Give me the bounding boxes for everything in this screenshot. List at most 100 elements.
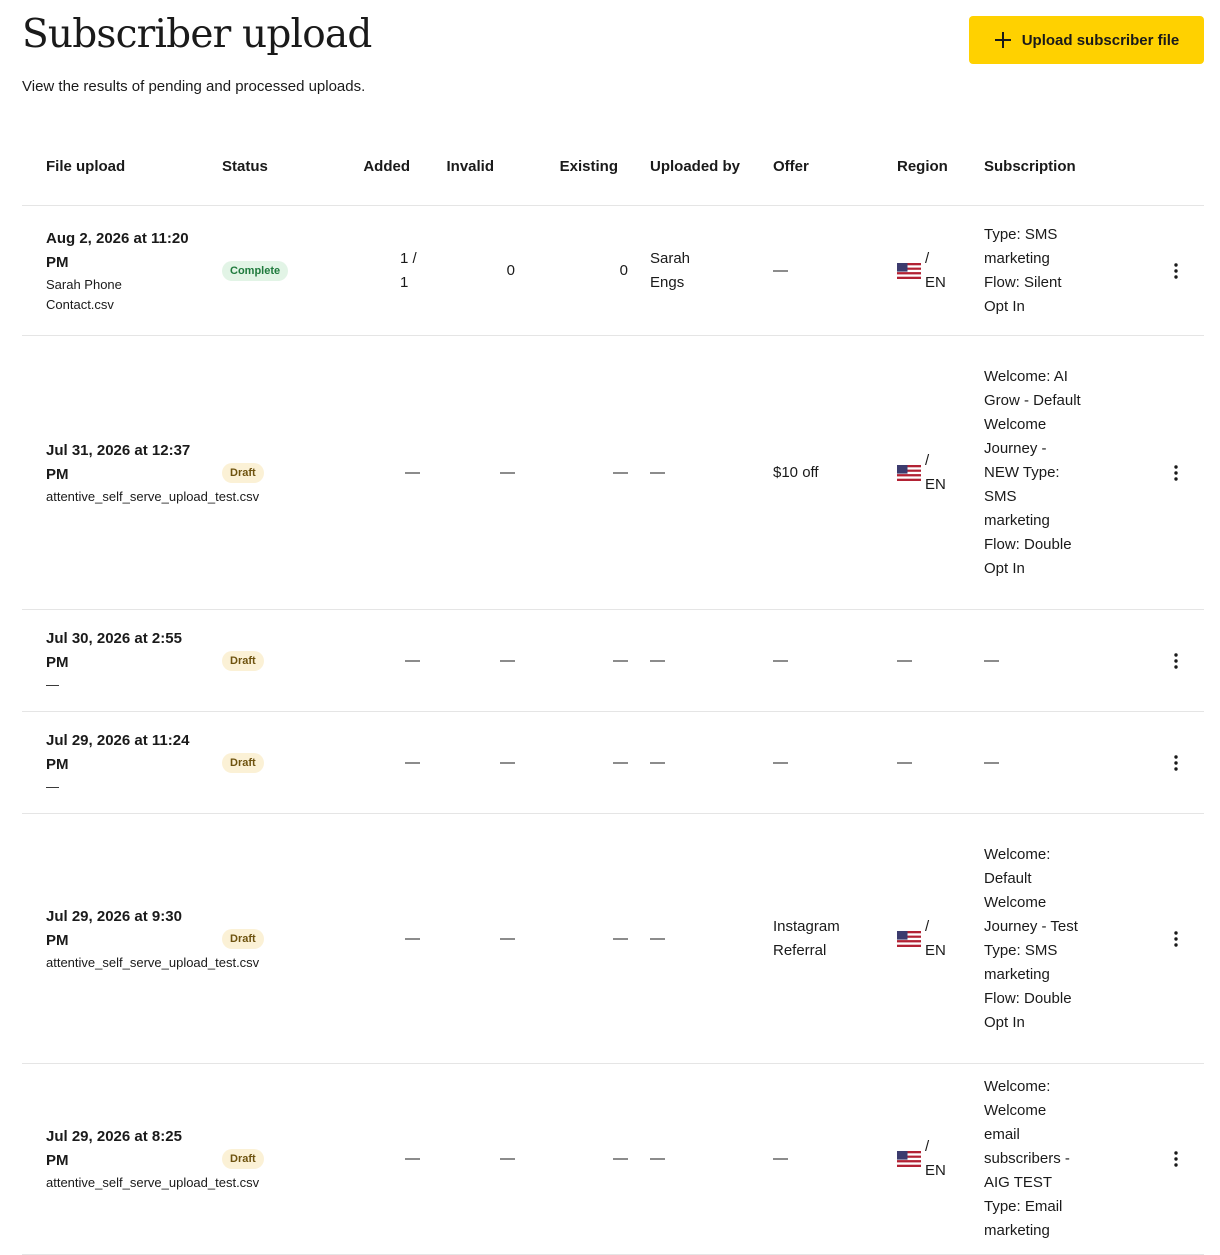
table-row[interactable]: Jul 29, 2026 at 8:25 PM attentive_self_se… xyxy=(22,1064,1204,1255)
subscription-cell: Type: SMS marketing Flow: Silent Opt In xyxy=(984,206,1134,335)
existing-value: 0 xyxy=(619,261,628,279)
more-options-icon[interactable] xyxy=(1166,929,1186,949)
subscription-value: — xyxy=(984,753,999,771)
existing-value: — xyxy=(613,753,628,771)
us-flag-icon xyxy=(897,930,921,947)
region-value: / EN xyxy=(925,451,946,493)
offer-value: Instagram Referral xyxy=(773,917,840,959)
row-actions-cell xyxy=(1134,206,1204,335)
added-cell: — xyxy=(327,1064,427,1254)
row-actions-cell xyxy=(1134,336,1204,609)
region-cell: / EN xyxy=(880,336,984,609)
added-cell: — xyxy=(327,814,427,1063)
subscription-cell: Welcome: Default Welcome Journey - Test … xyxy=(984,814,1134,1063)
region-value: / EN xyxy=(925,917,946,959)
table-row[interactable]: Jul 30, 2026 at 2:55 PM — Draft — — — — — — — xyxy=(22,610,1204,712)
file-name: Sarah Phone Contact.csv xyxy=(46,276,122,312)
invalid-value: — xyxy=(500,753,515,771)
table-row[interactable]: Aug 2, 2026 at 11:20 PM Sarah Phone Conta… xyxy=(22,206,1204,336)
uploaded-by-cell: — xyxy=(633,712,756,813)
upload-button-label: Upload subscriber file xyxy=(1021,31,1180,49)
uploaded-by-cell: — xyxy=(633,814,756,1063)
subscription-cell: Welcome: Welcome email subscribers - AIG… xyxy=(984,1064,1134,1254)
invalid-value: — xyxy=(500,463,515,481)
column-header-subscription[interactable]: Subscription xyxy=(984,128,1134,205)
column-header-region[interactable]: Region xyxy=(880,128,984,205)
file-upload-cell: Jul 30, 2026 at 2:55 PM — xyxy=(22,610,222,711)
us-flag-icon xyxy=(897,1151,921,1167)
added-value: — xyxy=(405,1150,420,1167)
column-header-invalid[interactable]: Invalid xyxy=(427,128,522,205)
uploaded-by-value: — xyxy=(650,929,665,947)
region-cell: / EN xyxy=(880,1064,984,1254)
invalid-value: 0 xyxy=(506,261,515,279)
more-options-icon[interactable] xyxy=(1166,463,1186,483)
status-badge: Draft xyxy=(222,1149,264,1169)
invalid-value: — xyxy=(500,1150,515,1167)
uploaded-by-value: — xyxy=(650,1150,665,1167)
upload-date: Jul 29, 2026 at 8:25 PM xyxy=(46,1128,182,1169)
region-wrap: / EN xyxy=(897,449,949,497)
uploaded-by-cell: — xyxy=(633,1064,756,1254)
region-wrap: / EN xyxy=(897,1135,949,1183)
file-name: — xyxy=(46,676,59,692)
more-options-icon[interactable] xyxy=(1166,753,1186,773)
region-wrap: — xyxy=(897,649,912,673)
invalid-value: — xyxy=(500,929,515,947)
status-cell: Draft xyxy=(222,712,327,813)
added-cell: — xyxy=(327,712,427,813)
row-actions-cell xyxy=(1134,610,1204,711)
status-badge: Complete xyxy=(222,260,289,281)
column-header-status[interactable]: Status xyxy=(222,128,327,205)
subscription-value: Type: SMS marketing Flow: Silent Opt In xyxy=(984,225,1062,315)
existing-value: — xyxy=(613,463,628,481)
status-badge: Draft xyxy=(222,650,264,671)
offer-value: — xyxy=(773,651,788,669)
added-value: 1 / 1 xyxy=(400,249,417,291)
offer-value: — xyxy=(773,1150,788,1167)
region-cell: — xyxy=(880,712,984,813)
column-header-added[interactable]: Added xyxy=(327,128,427,205)
uploaded-by-cell: — xyxy=(633,336,756,609)
more-options-icon[interactable] xyxy=(1166,651,1186,671)
column-header-existing[interactable]: Existing xyxy=(522,128,633,205)
upload-date: Aug 2, 2026 at 11:20 PM xyxy=(46,229,189,271)
column-header-file-upload[interactable]: File upload xyxy=(22,128,222,205)
status-cell: Draft xyxy=(222,814,327,1063)
upload-date: Jul 29, 2026 at 9:30 PM xyxy=(46,907,182,949)
table-row[interactable]: Jul 29, 2026 at 9:30 PM attentive_self_se… xyxy=(22,814,1204,1064)
uploaded-by-cell: Sarah Engs xyxy=(633,206,756,335)
region-value: / EN xyxy=(925,249,946,291)
upload-date: Jul 29, 2026 at 11:24 PM xyxy=(46,731,190,773)
file-name: — xyxy=(46,778,59,794)
status-cell: Draft xyxy=(222,610,327,711)
file-upload-cell: Jul 29, 2026 at 8:25 PM attentive_self_se… xyxy=(22,1064,259,1254)
existing-value: — xyxy=(613,1150,628,1167)
added-value: — xyxy=(405,463,420,481)
row-actions-cell xyxy=(1134,1064,1204,1254)
more-options-icon[interactable] xyxy=(1166,261,1186,281)
subscription-cell: — xyxy=(984,610,1134,711)
table-row[interactable]: Jul 31, 2026 at 12:37 PM attentive_self_s… xyxy=(22,336,1204,610)
added-value: — xyxy=(405,753,420,771)
uploaded-by-value: Sarah Engs xyxy=(650,249,691,291)
added-cell: — xyxy=(327,336,427,609)
upload-date: Jul 30, 2026 at 2:55 PM xyxy=(46,629,182,671)
column-header-offer[interactable]: Offer xyxy=(756,128,880,205)
row-actions-cell xyxy=(1134,712,1204,813)
subscription-value: Welcome: Welcome email subscribers - AIG… xyxy=(984,1078,1070,1239)
page-title: Subscriber upload xyxy=(22,12,372,57)
subscription-value: Welcome: AI Grow - Default Welcome Journ… xyxy=(984,367,1081,577)
upload-subscriber-file-button[interactable]: Upload subscriber file xyxy=(969,16,1204,64)
column-header-uploaded-by[interactable]: Uploaded by xyxy=(633,128,756,205)
offer-cell: Instagram Referral xyxy=(756,814,880,1063)
added-cell: — xyxy=(327,610,427,711)
offer-value: — xyxy=(773,753,788,771)
status-cell: Complete xyxy=(222,206,327,335)
table-row[interactable]: Jul 29, 2026 at 11:24 PM — Draft — — — — — — — xyxy=(22,712,1204,814)
more-options-icon[interactable] xyxy=(1166,1149,1186,1169)
upload-date: Jul 31, 2026 at 12:37 PM xyxy=(46,441,191,483)
file-upload-cell: Jul 29, 2026 at 9:30 PM attentive_self_se… xyxy=(22,814,259,1063)
file-upload-cell: Aug 2, 2026 at 11:20 PM Sarah Phone Conta… xyxy=(22,206,222,335)
region-cell: — xyxy=(880,610,984,711)
